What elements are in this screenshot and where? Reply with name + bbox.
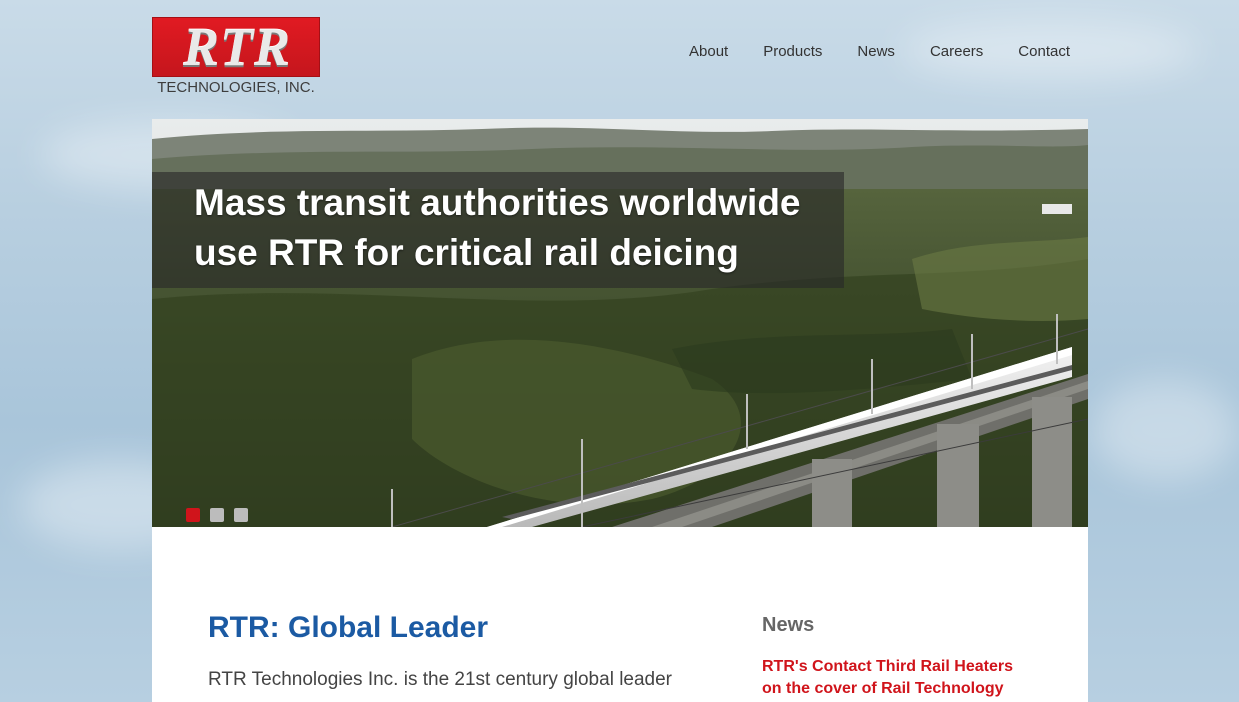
intro-paragraph: RTR Technologies Inc. is the 21st centur… <box>208 669 673 690</box>
hero-slider[interactable]: Mass transit authorities worldwide use R… <box>152 119 1088 527</box>
main-title: RTR: Global Leader <box>208 611 489 644</box>
nav-news[interactable]: News <box>857 43 895 60</box>
nav-careers[interactable]: Careers <box>930 43 983 60</box>
logo-subtitle: TECHNOLOGIES, INC. <box>157 79 315 96</box>
main-nav: About Products News Careers Contact <box>689 43 1070 60</box>
nav-products[interactable]: Products <box>763 43 822 60</box>
logo-mark: RTR <box>182 17 292 77</box>
logo-badge: RTR <box>152 17 320 77</box>
company-logo[interactable]: RTR TECHNOLOGIES, INC. <box>152 17 320 97</box>
site-header: RTR TECHNOLOGIES, INC. About Products Ne… <box>0 0 1239 119</box>
hero-caption: Mass transit authorities worldwide use R… <box>152 172 844 288</box>
sky-cloud <box>1090 380 1239 480</box>
hero-headline: Mass transit authorities worldwide use R… <box>194 182 801 273</box>
nav-contact[interactable]: Contact <box>1018 43 1070 60</box>
news-link[interactable]: RTR's Contact Third Rail Heaters on the … <box>762 656 1032 700</box>
slider-dot-1[interactable] <box>186 508 200 522</box>
news-heading: News <box>762 614 815 636</box>
slider-dot-3[interactable] <box>234 508 248 522</box>
content-panel: RTR: Global Leader RTR Technologies Inc.… <box>152 527 1088 702</box>
slider-dot-2[interactable] <box>210 508 224 522</box>
slider-dots <box>186 508 248 522</box>
nav-about[interactable]: About <box>689 43 728 60</box>
